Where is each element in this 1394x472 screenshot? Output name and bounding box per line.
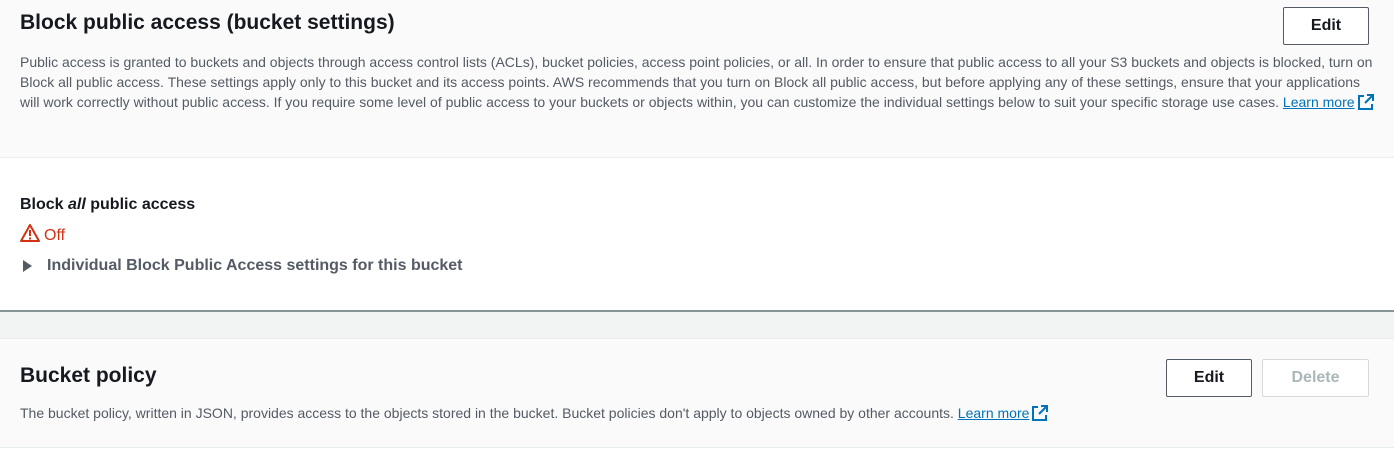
- delete-button[interactable]: Delete: [1262, 359, 1369, 397]
- warning-icon: [20, 223, 44, 248]
- learn-more-link[interactable]: Learn more: [958, 405, 1030, 421]
- section-description: The bucket policy, written in JSON, prov…: [20, 403, 1320, 423]
- learn-more-link[interactable]: Learn more: [1283, 94, 1355, 110]
- individual-settings-expander[interactable]: Individual Block Public Access settings …: [20, 257, 463, 275]
- block-all-public-access-label: Block all public access: [20, 196, 196, 213]
- section-title: Block public access (bucket settings): [20, 11, 395, 34]
- section-gap: [0, 312, 1394, 338]
- edit-button[interactable]: Edit: [1166, 359, 1252, 397]
- caret-right-icon[interactable]: [23, 260, 32, 272]
- description-text: The bucket policy, written in JSON, prov…: [20, 405, 954, 421]
- section-description: Public access is granted to buckets and …: [20, 52, 1375, 112]
- status-indicator: Off: [20, 223, 65, 248]
- status-text: Off: [44, 226, 66, 244]
- block-public-access-header: Block public access (bucket settings) Ed…: [0, 0, 1394, 158]
- external-link-icon[interactable]: [1355, 94, 1374, 110]
- section-title: Bucket policy: [20, 364, 157, 387]
- bucket-policy-body: [0, 448, 1394, 472]
- description-text: Public access is granted to buckets and …: [20, 54, 1373, 110]
- external-link-icon[interactable]: [1029, 405, 1049, 421]
- expander-label: Individual Block Public Access settings …: [47, 257, 463, 274]
- bucket-policy-header: Bucket policy Edit Delete The bucket pol…: [0, 338, 1394, 448]
- block-public-access-body: [0, 158, 1394, 312]
- edit-button[interactable]: Edit: [1283, 7, 1369, 45]
